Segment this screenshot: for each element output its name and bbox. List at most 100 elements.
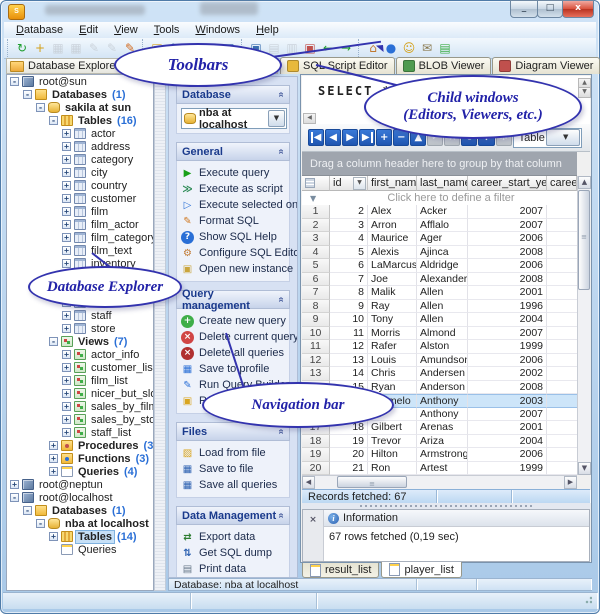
tree-expander[interactable]: + — [62, 207, 71, 216]
nav-item-print-data[interactable]: ▤ Print data — [181, 561, 287, 577]
menu-item-view[interactable]: View — [106, 23, 146, 37]
cell-career-extra[interactable] — [547, 246, 577, 259]
tree-item-address[interactable]: + address — [7, 140, 153, 153]
table-row[interactable]: 3 4 Maurice Ager 2006 — [302, 232, 577, 246]
cell-career-start-year[interactable]: 2008 — [468, 380, 547, 394]
cell-career-start-year[interactable]: 2004 — [468, 434, 547, 448]
nav-item-execute-as-script[interactable]: ≫ Execute as script — [181, 181, 287, 197]
tree-item-staff[interactable]: + staff — [7, 309, 153, 322]
tree-expander[interactable]: + — [62, 415, 71, 424]
table-row[interactable]: 2 3 Arron Afflalo 2007 — [302, 218, 577, 232]
tree-expander[interactable]: + — [49, 467, 58, 476]
cell-career-start-year[interactable]: 2008 — [468, 245, 547, 259]
cell-career-extra[interactable] — [547, 367, 577, 381]
grid-corner-cell[interactable] — [302, 176, 330, 191]
cell-career-start-year[interactable]: 1999 — [468, 461, 547, 475]
minimize-button[interactable]: _ — [510, 0, 538, 18]
tree-item-procedures[interactable]: + Procedures (3) — [7, 439, 153, 452]
nav-item-show-sql-help[interactable]: ? Show SQL Help — [181, 229, 287, 245]
tree-expander[interactable]: + — [62, 389, 71, 398]
tree-expander[interactable]: - — [36, 103, 45, 112]
menu-item-help[interactable]: Help — [248, 23, 287, 37]
cell-career-extra[interactable] — [547, 462, 577, 475]
column-header-first-name[interactable]: first_name▼ — [368, 176, 417, 191]
cell-career-start-year[interactable]: 2007 — [468, 407, 547, 421]
cell-rownum[interactable]: 2 — [302, 218, 330, 232]
refresh-icon[interactable]: ↻ — [13, 40, 31, 57]
table-row[interactable]: 9 10 Tony Allen 2004 — [302, 313, 577, 327]
cell-rownum[interactable]: 3 — [302, 232, 330, 246]
cell-last-name[interactable]: Ajinca — [417, 245, 468, 259]
cell-rownum[interactable]: 4 — [302, 245, 330, 259]
tree-item-sales-by-store[interactable]: + sales_by_store — [7, 413, 153, 426]
tree-item-customer-list[interactable]: + customer_list — [7, 361, 153, 374]
cell-rownum[interactable]: 5 — [302, 259, 330, 273]
cell-first-name[interactable]: Ron — [368, 461, 417, 475]
maximize-button[interactable]: □ — [537, 0, 563, 18]
cell-career-extra[interactable] — [547, 340, 577, 354]
nav-item-save-to-file[interactable]: ▦ Save to file — [181, 461, 287, 477]
tree-item-tables[interactable]: - Tables (16) — [7, 114, 153, 127]
menu-item-windows[interactable]: Windows — [187, 23, 248, 37]
tree-expander[interactable]: + — [62, 142, 71, 151]
scroll-left-button[interactable]: ◀ — [302, 476, 315, 489]
tree-expander[interactable]: + — [62, 168, 71, 177]
cell-rownum[interactable]: 12 — [302, 353, 330, 367]
cell-last-name[interactable]: Anthony — [417, 407, 468, 421]
cell-first-name[interactable]: Morris — [368, 326, 417, 340]
vertical-scroll-thumb[interactable]: ≡ — [578, 190, 590, 290]
tree-expander[interactable]: + — [62, 220, 71, 229]
nav-item-execute-query[interactable]: ▶ Execute query — [181, 165, 287, 181]
cell-first-name[interactable]: Rafer — [368, 340, 417, 354]
grid-filter-row[interactable]: ▼ Click here to define a filter — [302, 191, 577, 206]
column-header-id[interactable]: id ▼ — [330, 176, 368, 191]
cell-last-name[interactable]: Andersen — [417, 367, 468, 381]
nav-item-get-sql-dump[interactable]: ⇅ Get SQL dump — [181, 545, 287, 561]
cell-last-name[interactable]: Afflalo — [417, 218, 468, 232]
cell-career-extra[interactable] — [547, 205, 577, 219]
nav-section-header[interactable]: Database « — [176, 85, 290, 104]
nav-item-format-sql[interactable]: ✎ Format SQL — [181, 213, 287, 229]
cell-first-name[interactable]: Ray — [368, 299, 417, 313]
tree-item-root-neptun[interactable]: + root@neptun — [7, 478, 153, 491]
first-record-button[interactable]: ◀ — [308, 129, 325, 146]
cell-career-start-year[interactable]: 1996 — [468, 299, 547, 313]
cell-id[interactable]: 19 — [330, 434, 368, 448]
cell-career-start-year[interactable]: 2003 — [468, 394, 547, 408]
cell-last-name[interactable]: Acker — [417, 205, 468, 219]
tree-expander[interactable]: + — [62, 376, 71, 385]
cell-last-name[interactable]: Anderson — [417, 380, 468, 394]
cell-last-name[interactable]: Alexander — [417, 272, 468, 286]
tree-item-databases[interactable]: - Databases (1) — [7, 504, 153, 517]
cell-first-name[interactable]: Joe — [368, 272, 417, 286]
tree-item-city[interactable]: + city — [7, 166, 153, 179]
tree-item-film-actor[interactable]: + film_actor — [7, 218, 153, 231]
cell-career-extra[interactable] — [547, 408, 577, 421]
combo-dropdown-button[interactable]: ▼ — [268, 110, 285, 127]
cell-first-name[interactable]: Alex — [368, 205, 417, 219]
cell-career-start-year[interactable]: 2006 — [468, 353, 547, 367]
tree-item-film-text[interactable]: + film_text — [7, 244, 153, 257]
cell-rownum[interactable]: 18 — [302, 434, 330, 448]
tree-expander[interactable]: - — [10, 77, 19, 86]
nav-section-header[interactable]: General « — [176, 142, 290, 161]
nav-item-delete-current-query[interactable]: × Delete current query — [181, 329, 297, 345]
cell-id[interactable]: 10 — [330, 313, 368, 327]
cell-career-extra[interactable] — [547, 354, 577, 367]
cell-career-start-year[interactable]: 2006 — [468, 259, 547, 273]
cell-id[interactable]: 21 — [330, 461, 368, 475]
cell-id[interactable]: 5 — [330, 245, 368, 259]
prior-record-button[interactable]: ◀ — [325, 129, 342, 146]
cell-id[interactable]: 2 — [330, 205, 368, 219]
resize-grip[interactable] — [583, 596, 592, 605]
tree-expander[interactable]: - — [23, 506, 32, 515]
cell-id[interactable]: 8 — [330, 286, 368, 300]
cell-id[interactable]: 14 — [330, 367, 368, 381]
tree-item-databases[interactable]: - Databases (1) — [7, 88, 153, 101]
cell-first-name[interactable]: Hilton — [368, 448, 417, 462]
cell-career-extra[interactable] — [547, 313, 577, 327]
cell-first-name[interactable]: Louis — [368, 353, 417, 367]
column-header-career-start-year[interactable]: career_start_year▼ — [468, 176, 547, 191]
cell-last-name[interactable]: Armstrong — [417, 448, 468, 462]
cell-career-extra[interactable] — [547, 327, 577, 340]
